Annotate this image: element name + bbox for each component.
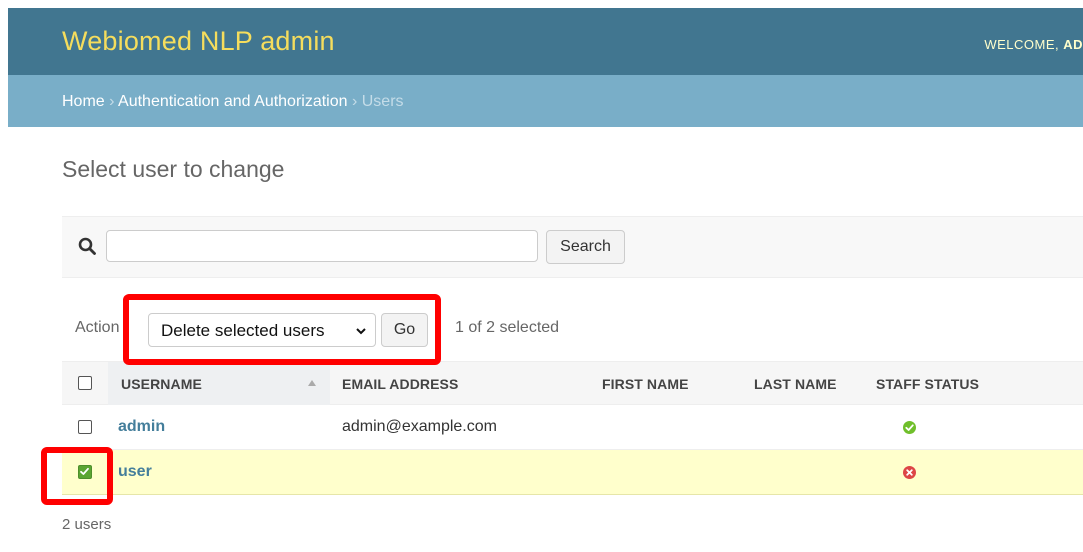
column-header-staff-status[interactable]: STAFF STATUS xyxy=(876,376,979,392)
search-button[interactable]: Search xyxy=(546,230,625,264)
site-title[interactable]: Webiomed NLP admin xyxy=(62,26,335,57)
search-toolbar: Search xyxy=(62,216,1083,278)
welcome-text: WELCOME, xyxy=(984,37,1064,52)
column-header-last-name[interactable]: LAST NAME xyxy=(754,376,837,392)
column-header-first-name[interactable]: FIRST NAME xyxy=(602,376,689,392)
result-count: 2 users xyxy=(62,516,112,533)
highlight-action-box xyxy=(123,294,441,365)
username-link[interactable]: admin xyxy=(118,418,165,436)
sort-ascending-icon[interactable] xyxy=(307,379,317,387)
breadcrumb-separator: › xyxy=(347,93,362,110)
table-row: user xyxy=(62,450,1083,495)
highlight-checkbox-box xyxy=(41,447,113,505)
results-table-header: USERNAME EMAIL ADDRESS FIRST NAME LAST N… xyxy=(62,361,1083,405)
breadcrumb: Home › Authentication and Authorization … xyxy=(8,75,1083,127)
column-header-username[interactable]: USERNAME xyxy=(121,376,202,392)
breadcrumb-auth[interactable]: Authentication and Authorization xyxy=(118,93,348,110)
page-title: Select user to change xyxy=(62,156,285,182)
staff-no-icon xyxy=(903,466,916,479)
actions-label: Action xyxy=(75,319,120,336)
welcome-username: AD xyxy=(1063,37,1083,52)
row-checkbox[interactable] xyxy=(78,420,92,434)
select-all-checkbox[interactable] xyxy=(78,376,92,390)
selected-count: 1 of 2 selected xyxy=(455,319,560,336)
breadcrumb-separator: › xyxy=(104,93,119,110)
table-row: admin admin@example.com xyxy=(62,405,1083,450)
breadcrumb-current: Users xyxy=(361,93,404,110)
breadcrumb-home[interactable]: Home xyxy=(62,93,105,110)
site-header: Webiomed NLP admin WELCOME, AD xyxy=(8,8,1083,75)
staff-yes-icon xyxy=(903,421,916,434)
column-header-email[interactable]: EMAIL ADDRESS xyxy=(342,376,458,392)
email-cell: admin@example.com xyxy=(342,418,497,435)
search-input[interactable] xyxy=(106,230,538,262)
user-tools: WELCOME, AD xyxy=(984,37,1083,52)
search-icon xyxy=(78,237,96,255)
username-link[interactable]: user xyxy=(118,463,152,481)
